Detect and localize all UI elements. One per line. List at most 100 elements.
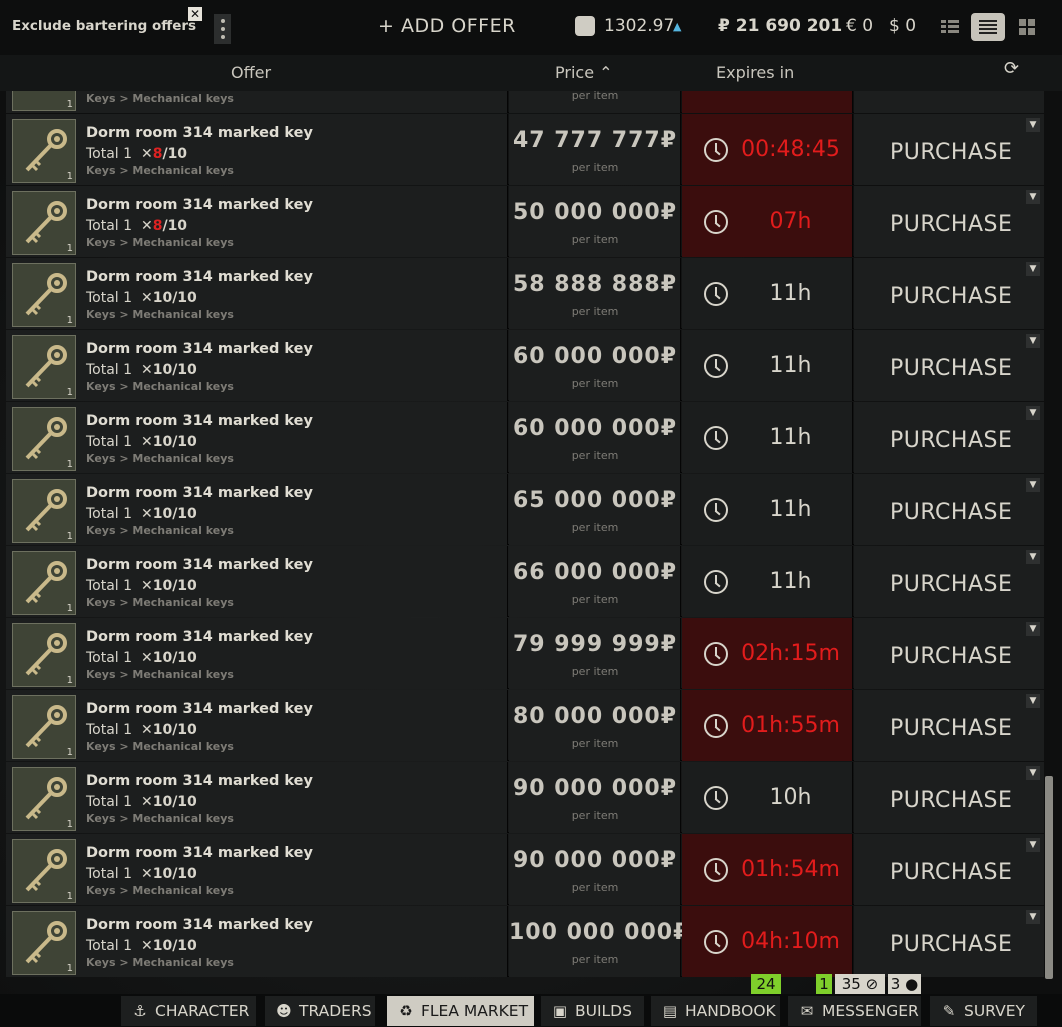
offer-row[interactable]: 1 Dorm room 314 marked key Total 1 ✕10/10 K…: [6, 474, 1044, 545]
purchase-button[interactable]: PURCHASE: [890, 644, 1012, 669]
item-name[interactable]: Dorm room 314 marked key: [86, 773, 313, 789]
offer-row[interactable]: 1 Dorm room 314 marked key Total 1 ✕10/10 K…: [6, 546, 1044, 617]
item-name[interactable]: Dorm room 314 marked key: [86, 701, 313, 717]
item-name[interactable]: Dorm room 314 marked key: [86, 557, 313, 573]
purchase-button[interactable]: PURCHASE: [890, 860, 1012, 885]
chevron-down-icon[interactable]: ▼: [1026, 334, 1040, 348]
key-item-icon[interactable]: 1: [12, 191, 76, 255]
offer-cell: 1 Dorm room 314 marked key Total 1 ✕10/10 K…: [6, 330, 508, 401]
purchase-cell: PURCHASE ▼: [854, 114, 1044, 185]
key-item-icon[interactable]: 1: [12, 839, 76, 903]
expires-cell: 07h: [682, 186, 853, 257]
item-name[interactable]: Dorm room 314 marked key: [86, 629, 313, 645]
offer-row[interactable]: 1 Dorm room 314 marked key Total 1 ✕10/10 K…: [6, 618, 1044, 689]
price-cell: 60 000 000₽ per item: [509, 330, 681, 401]
durability-max: /10: [172, 650, 197, 666]
key-item-icon[interactable]: 1: [12, 263, 76, 327]
item-name[interactable]: Dorm room 314 marked key: [86, 845, 313, 861]
key-item-icon[interactable]: 1: [12, 911, 76, 975]
clock-icon: [704, 930, 728, 954]
exclude-bartering-filter[interactable]: Exclude bartering offers: [12, 18, 196, 34]
wrench-icon: ✕: [140, 650, 153, 666]
chevron-down-icon[interactable]: ▼: [1026, 262, 1040, 276]
price-cell: 80 000 000₽ per item: [509, 690, 681, 761]
refresh-icon[interactable]: ⟳: [1004, 58, 1019, 79]
purchase-button[interactable]: PURCHASE: [890, 572, 1012, 597]
offer-row[interactable]: 1 Dorm room 314 marked key Total 1 ✕10/10 K…: [6, 402, 1044, 473]
offer-row[interactable]: 1 Dorm room 314 marked key Total 1 ✕8/10 Ke…: [6, 186, 1044, 257]
nav-character[interactable]: ⚓ CHARACTER: [121, 996, 256, 1026]
purchase-button[interactable]: PURCHASE: [890, 356, 1012, 381]
key-item-icon[interactable]: 1: [12, 551, 76, 615]
chevron-down-icon[interactable]: ▼: [1026, 406, 1040, 420]
notification-badges: 24 1 35 ⊘ 3 ●: [0, 974, 1062, 994]
close-icon[interactable]: ✕: [188, 7, 202, 21]
messenger-icon: ✉: [800, 1002, 814, 1020]
offer-cell: 1 Dorm room 314 marked key Total 1 ✕10/10 K…: [6, 690, 508, 761]
offer-cell: 1 Keys > Mechanical keys: [6, 91, 508, 113]
item-name[interactable]: Dorm room 314 marked key: [86, 269, 313, 285]
purchase-button[interactable]: PURCHASE: [890, 500, 1012, 525]
purchase-button[interactable]: PURCHASE: [890, 212, 1012, 237]
purchase-button[interactable]: PURCHASE: [890, 140, 1012, 165]
wrench-icon: ✕: [140, 794, 153, 810]
key-item-icon[interactable]: 1: [12, 479, 76, 543]
key-item-icon[interactable]: 1: [12, 91, 76, 111]
offer-column-header[interactable]: Offer: [231, 63, 271, 82]
total-label: Total 1: [86, 794, 133, 810]
price-value: 65 000 000₽: [509, 488, 681, 513]
key-item-icon[interactable]: 1: [12, 407, 76, 471]
purchase-button[interactable]: PURCHASE: [890, 284, 1012, 309]
nav-messenger[interactable]: ✉ MESSENGER: [788, 996, 921, 1026]
nav-survey[interactable]: ✎ SURVEY: [930, 996, 1037, 1026]
item-name[interactable]: Dorm room 314 marked key: [86, 125, 313, 141]
flea-market-icon: ♻: [399, 1002, 413, 1020]
chevron-down-icon[interactable]: ▼: [1026, 478, 1040, 492]
item-name[interactable]: Dorm room 314 marked key: [86, 341, 313, 357]
purchase-button[interactable]: PURCHASE: [890, 932, 1012, 957]
offer-row[interactable]: 1 Dorm room 314 marked key Total 1 ✕10/10 K…: [6, 690, 1044, 761]
item-name[interactable]: Dorm room 314 marked key: [86, 917, 313, 933]
key-item-icon[interactable]: 1: [12, 767, 76, 831]
expires-column-header[interactable]: Expires in: [716, 63, 794, 82]
key-item-icon[interactable]: 1: [12, 119, 76, 183]
ruble-icon: ₽: [660, 344, 678, 369]
offer-row[interactable]: 1 Dorm room 314 marked key Total 1 ✕10/10 K…: [6, 258, 1044, 329]
chevron-down-icon[interactable]: ▼: [1026, 910, 1040, 924]
chevron-down-icon[interactable]: ▼: [1026, 838, 1040, 852]
scrollbar[interactable]: [1045, 776, 1053, 979]
detail-view-icon[interactable]: [933, 13, 967, 41]
add-offer-button[interactable]: + ADD OFFER: [378, 15, 516, 37]
chevron-down-icon[interactable]: ▼: [1026, 190, 1040, 204]
key-item-icon[interactable]: 1: [12, 623, 76, 687]
offer-row[interactable]: 1 Dorm room 314 marked key Total 1 ✕10/10 K…: [6, 762, 1044, 833]
offer-row[interactable]: 1 Dorm room 314 marked key Total 1 ✕8/10 Ke…: [6, 114, 1044, 185]
chevron-down-icon[interactable]: ▼: [1026, 766, 1040, 780]
offer-row[interactable]: 1 Dorm room 314 marked key Total 1 ✕10/10 K…: [6, 330, 1044, 401]
chevron-down-icon[interactable]: ▼: [1026, 118, 1040, 132]
price-value: 47 777 777₽: [509, 128, 681, 153]
more-options-button[interactable]: [214, 14, 231, 44]
nav-flea-market[interactable]: ♻ FLEA MARKET: [387, 996, 534, 1026]
nav-traders[interactable]: ☻ TRADERS: [265, 996, 375, 1026]
offer-cell: 1 Dorm room 314 marked key Total 1 ✕10/10 K…: [6, 762, 508, 833]
item-total: Total 1 ✕10/10: [86, 506, 197, 522]
purchase-button[interactable]: PURCHASE: [890, 716, 1012, 741]
grid-view-icon[interactable]: [1010, 13, 1044, 41]
chevron-down-icon[interactable]: ▼: [1026, 622, 1040, 636]
list-view-icon[interactable]: [971, 13, 1005, 41]
purchase-button[interactable]: PURCHASE: [890, 428, 1012, 453]
key-item-icon[interactable]: 1: [12, 335, 76, 399]
item-name[interactable]: Dorm room 314 marked key: [86, 197, 313, 213]
nav-handbook[interactable]: ▤ HANDBOOK: [651, 996, 780, 1026]
chevron-down-icon[interactable]: ▼: [1026, 550, 1040, 564]
key-item-icon[interactable]: 1: [12, 695, 76, 759]
item-name[interactable]: Dorm room 314 marked key: [86, 413, 313, 429]
purchase-button[interactable]: PURCHASE: [890, 788, 1012, 813]
chevron-down-icon[interactable]: ▼: [1026, 694, 1040, 708]
nav-builds[interactable]: ▣ BUILDS: [541, 996, 644, 1026]
offer-row[interactable]: 1 Dorm room 314 marked key Total 1 ✕10/10 K…: [6, 834, 1044, 905]
price-column-header[interactable]: Price ⌃: [555, 63, 613, 82]
offer-row[interactable]: 1 Dorm room 314 marked key Total 1 ✕10/10 K…: [6, 906, 1044, 977]
item-name[interactable]: Dorm room 314 marked key: [86, 485, 313, 501]
